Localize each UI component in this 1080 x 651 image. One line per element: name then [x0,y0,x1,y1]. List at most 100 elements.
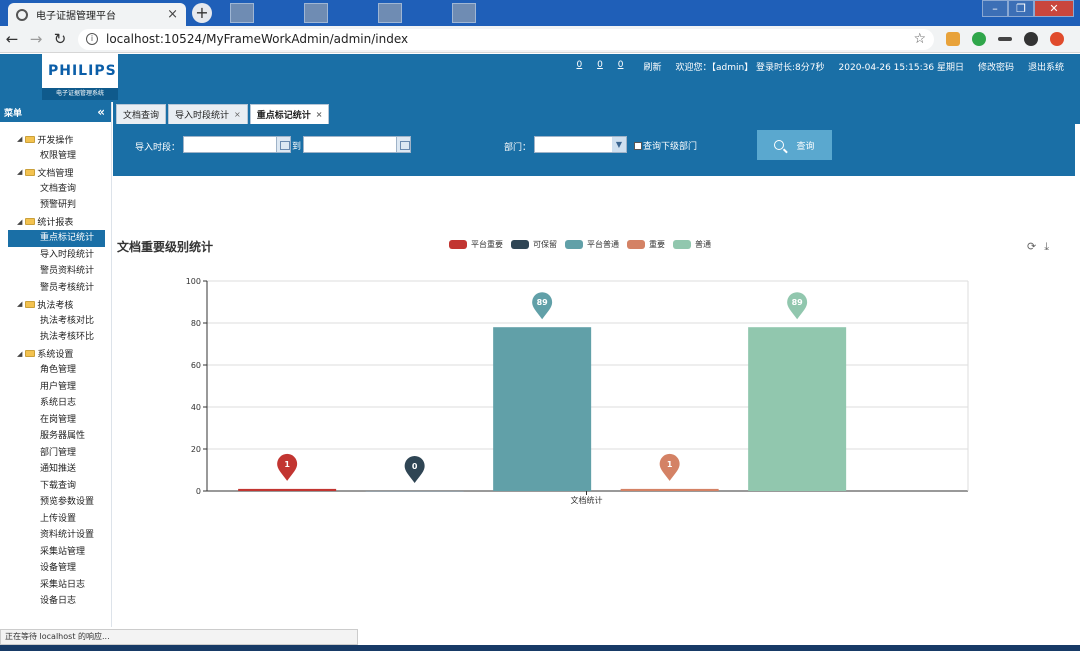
menu-item[interactable]: 导入时段统计 [0,247,111,264]
expand-triangle-icon[interactable]: ◢ [17,168,22,176]
extension-icon[interactable] [946,32,960,46]
chart-toolbox: ⟳ ⤓ [1027,240,1049,254]
y-tick-label: 80 [191,319,201,328]
key-icon[interactable] [998,37,1012,41]
data-label: 89 [792,298,804,307]
legend-item[interactable]: 重要 [627,239,665,250]
menu-item[interactable]: 下载查询 [0,478,111,495]
menu-item[interactable]: 重点标记统计 [8,230,105,247]
legend-label: 可保留 [533,240,557,249]
download-icon[interactable]: ⤓ [1044,240,1049,254]
legend-item[interactable]: 可保留 [511,239,557,250]
close-tab-icon[interactable]: × [167,7,178,22]
menu-item[interactable]: 用户管理 [0,379,111,396]
legend-item[interactable]: 平台重要 [449,239,503,250]
calendar-icon[interactable] [396,137,410,152]
menu-group[interactable]: ◢ 执法考核 [0,296,111,313]
start-date-input[interactable] [183,136,291,153]
restore-icon[interactable]: ❐ [1008,0,1034,17]
menu-item[interactable]: 采集站管理 [0,544,111,561]
back-arrow-icon[interactable]: ← [0,27,24,51]
menu-group[interactable]: ◢ 开发操作 [0,131,111,148]
minimize-icon[interactable]: – [982,0,1008,17]
menu-item[interactable]: 采集站日志 [0,577,111,594]
page-tab[interactable]: 重点标记统计 × [249,104,330,124]
expand-triangle-icon[interactable]: ◢ [17,350,22,358]
menu-item[interactable]: 在岗管理 [0,412,111,429]
menu-group[interactable]: ◢ 统计报表 [0,214,111,231]
menu-item[interactable]: 预警研判 [0,197,111,214]
menu-group-label: 文档管理 [37,168,74,179]
legend-item[interactable]: 普通 [673,239,711,250]
menu-item[interactable]: 权限管理 [0,148,111,165]
query-button[interactable]: 查询 [757,130,832,160]
count-link-1[interactable]: 0 [577,60,583,70]
y-tick-label: 20 [191,445,201,454]
menu-item[interactable]: 系统日志 [0,395,111,412]
menu-item[interactable]: 执法考核环比 [0,329,111,346]
folder-icon [25,218,36,226]
menu-item[interactable]: 设备日志 [0,593,111,610]
adblock-icon[interactable] [1050,32,1064,46]
logout-link[interactable]: 退出系统 [1028,60,1064,73]
menu-group[interactable]: ◢ 系统设置 [0,346,111,363]
menu-item[interactable]: 角色管理 [0,362,111,379]
legend-swatch [449,240,467,249]
department-select[interactable]: ▼ [534,136,627,153]
menu-item[interactable]: 资料统计设置 [0,527,111,544]
menu-item[interactable]: 警员考核统计 [0,280,111,297]
menu-item[interactable]: 通知推送 [0,461,111,478]
data-label: 1 [284,460,290,469]
legend-item[interactable]: 平台普通 [565,239,619,250]
expand-triangle-icon[interactable]: ◢ [17,218,22,226]
refresh-chart-icon[interactable]: ⟳ [1027,240,1036,254]
evernote-icon[interactable] [972,32,986,46]
calendar-icon[interactable] [276,137,290,152]
page-tab[interactable]: 文档查询 [116,104,167,124]
legend-swatch [511,240,529,249]
count-link-2[interactable]: 0 [597,60,603,70]
address-bar-row: ← → ↻ i localhost:10524/MyFrameWorkAdmin… [0,26,1080,53]
refresh-link[interactable]: 刷新 [643,60,661,73]
folder-icon [25,350,36,358]
url-field[interactable]: i localhost:10524/MyFrameWorkAdmin/admin… [78,28,934,50]
chevron-down-icon[interactable]: ▼ [612,137,626,152]
legend-swatch [627,240,645,249]
page-tab[interactable]: 导入时段统计 × [168,104,248,124]
end-date-input[interactable] [303,136,411,153]
menu-item[interactable]: 上传设置 [0,511,111,528]
query-button-label: 查询 [796,141,815,152]
menu-group-label: 系统设置 [37,350,74,361]
menu-item[interactable]: 文档查询 [0,181,111,198]
menu-item[interactable]: 执法考核对比 [0,313,111,330]
menu-item[interactable]: 部门管理 [0,445,111,462]
close-icon[interactable]: × [316,110,323,119]
globe-icon [16,8,28,21]
menu-item[interactable]: 警员资料统计 [0,263,111,280]
info-icon[interactable]: i [86,33,98,45]
sub-dept-checkbox[interactable] [634,142,642,150]
account-icon[interactable] [1024,32,1038,46]
count-link-3[interactable]: 0 [618,60,624,70]
browser-tab[interactable]: 电子证据管理平台 × [8,3,186,26]
forward-arrow-icon[interactable]: → [24,27,48,51]
menu-tree: ◢ 开发操作 权限管理 ◢ 文档管理文档查询 预警研判 ◢ 统计报表 重点标记统计 导入时段统计警… [0,131,111,610]
change-password-link[interactable]: 修改密码 [978,60,1014,73]
x-tick-label: 文档统计 [571,495,603,505]
menu-item[interactable]: 服务器属性 [0,428,111,445]
menu-item[interactable]: 设备管理 [0,560,111,577]
bar [238,488,337,491]
window-close-icon[interactable]: ✕ [1034,0,1074,17]
menu-group[interactable]: ◢ 文档管理 [0,164,111,181]
data-label: 0 [412,462,418,471]
bookmark-star-icon[interactable]: ☆ [913,31,926,47]
y-tick-label: 0 [196,487,201,496]
expand-triangle-icon[interactable]: ◢ [17,135,22,143]
new-tab-button[interactable]: + [192,3,212,23]
menu-item[interactable]: 预览参数设置 [0,494,111,511]
reload-icon[interactable]: ↻ [48,27,72,51]
close-icon[interactable]: × [234,110,241,119]
collapse-menu-icon[interactable]: « [97,105,105,119]
department-label: 部门： [504,143,532,153]
expand-triangle-icon[interactable]: ◢ [17,300,22,308]
